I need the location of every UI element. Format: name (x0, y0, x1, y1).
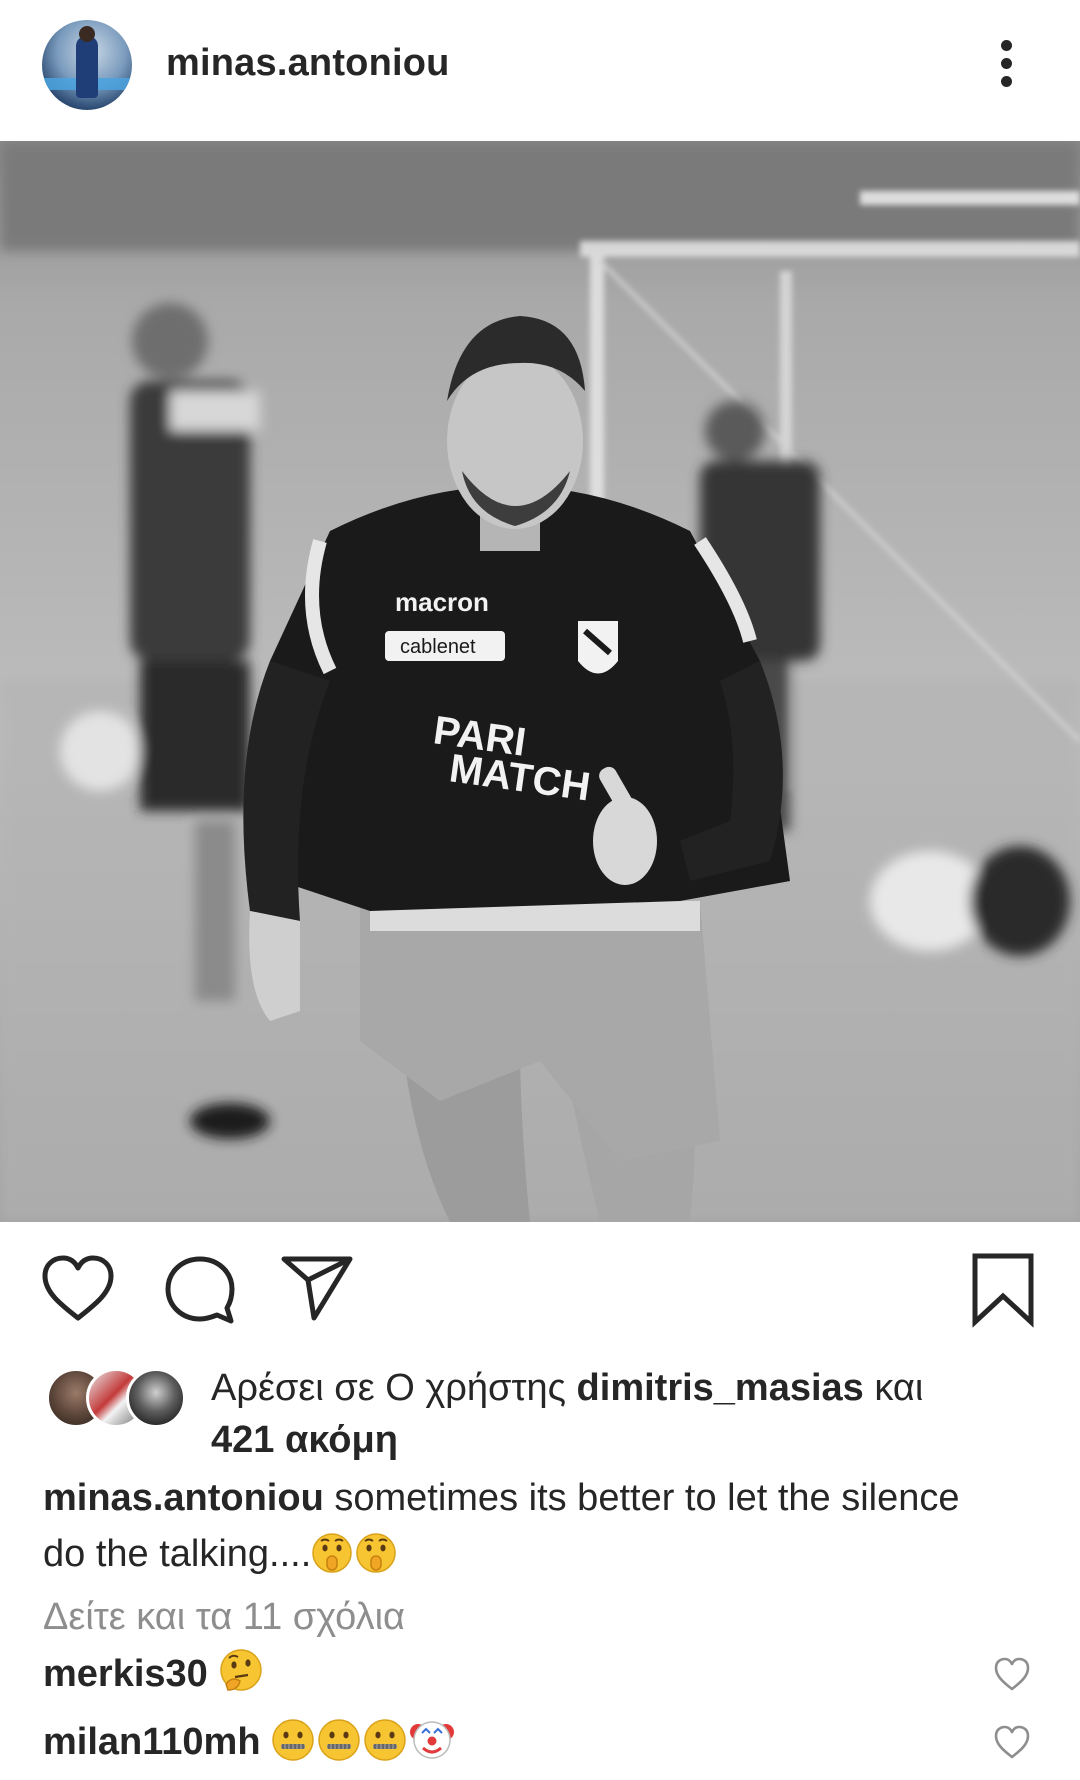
profile-avatar[interactable] (42, 20, 132, 110)
caption-username[interactable]: minas.antoniou (43, 1477, 324, 1519)
more-dots-icon[interactable] (990, 36, 1024, 92)
heart-icon[interactable] (40, 1254, 116, 1329)
comment-like-heart-icon[interactable] (993, 1656, 1031, 1697)
liker-avatars[interactable] (46, 1368, 186, 1428)
comment-username[interactable]: milan110mh (43, 1721, 261, 1763)
comment-username[interactable]: merkis30 (43, 1653, 208, 1695)
comment-row: milan110mh (43, 1712, 1043, 1772)
comment-icon[interactable] (163, 1254, 237, 1331)
comment-row: merkis30 (43, 1644, 1043, 1704)
post-photo[interactable]: macron cablenet PARI MATCH (0, 141, 1080, 1222)
comment-like-heart-icon[interactable] (993, 1724, 1031, 1765)
post-username[interactable]: minas.antoniou (166, 40, 450, 86)
zipper-mouth-face-icon (363, 1718, 407, 1780)
likes-prefix: Αρέσει σε Ο χρήστης (211, 1367, 566, 1409)
likes-count[interactable]: 421 ακόμη (211, 1419, 398, 1461)
caption: minas.antoniou sometimes its better to l… (43, 1470, 1003, 1590)
likes-connector: και (874, 1367, 924, 1409)
comment-content: merkis30 (43, 1644, 266, 1712)
bookmark-icon[interactable] (970, 1252, 1036, 1333)
paper-plane-icon[interactable] (280, 1254, 354, 1329)
action-bar (0, 1222, 1080, 1362)
likes-row: Αρέσει σε Ο χρήστης dimitris_masias και … (0, 1362, 1080, 1468)
liker-username[interactable]: dimitris_masias (577, 1367, 864, 1409)
post-header: minas.antoniou (0, 0, 1080, 141)
shushing-face-icon (355, 1532, 397, 1590)
clown-face-icon (409, 1716, 455, 1780)
zipper-mouth-face-icon (271, 1718, 315, 1780)
liker-avatar (126, 1368, 186, 1428)
zipper-mouth-face-icon (317, 1718, 361, 1780)
svg-text:macron: macron (395, 587, 489, 617)
shushing-face-icon (311, 1532, 353, 1590)
view-all-comments-link[interactable]: Δείτε και τα 11 σχόλια (43, 1592, 405, 1642)
likes-summary[interactable]: Αρέσει σε Ο χρήστης dimitris_masias και … (211, 1362, 1011, 1466)
svg-text:cablenet: cablenet (400, 636, 476, 658)
thinking-face-icon (218, 1648, 264, 1712)
comment-content: milan110mh (43, 1712, 457, 1780)
